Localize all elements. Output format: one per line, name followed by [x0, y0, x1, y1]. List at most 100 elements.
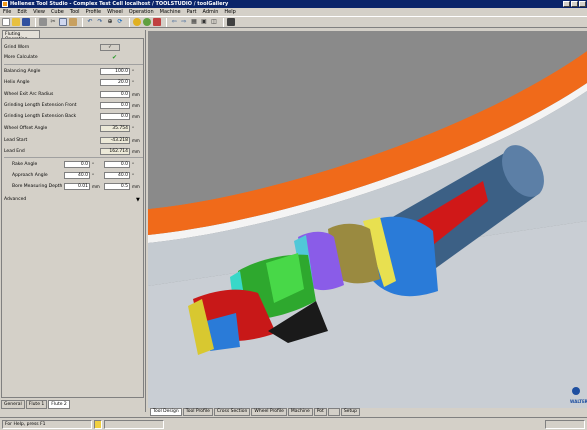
operation-properties: Grind Worn ✓ More Calculate ✔ Balancing … [1, 38, 144, 398]
menu-help[interactable]: Help [224, 9, 235, 15]
undo-icon[interactable]: ↶ [86, 18, 94, 26]
unit-label: mm [92, 184, 100, 189]
unit-label: mm [132, 114, 140, 119]
property-label: Helix Angle [4, 80, 30, 85]
extension-back-field[interactable]: 0.0 [100, 113, 130, 120]
lead-end-field: 162.714 [100, 148, 130, 155]
wheel-exit-radius-field[interactable]: 0.0 [100, 91, 130, 98]
toolbar-separator [223, 17, 224, 27]
property-row: Wheel Offset Angle 35.754 ° [4, 124, 143, 133]
maximize-button[interactable] [571, 1, 578, 7]
cut-icon[interactable]: ✂ [49, 18, 57, 26]
zoom-icon[interactable]: ⊕ [106, 18, 114, 26]
property-row: Grinding Length Extension Front 0.0 mm [4, 101, 143, 110]
arrow-left-icon[interactable]: ⇦ [170, 18, 178, 26]
unit-label: mm [132, 103, 140, 108]
render-icon[interactable] [133, 18, 141, 26]
tab-tool-design[interactable]: Tool Design [150, 408, 182, 416]
unit-label: ° [132, 173, 134, 178]
tab-general[interactable]: General [1, 400, 25, 409]
3d-viewport[interactable]: WALTER [148, 31, 587, 408]
rake-angle-field-1[interactable]: 0.0 [64, 161, 90, 168]
lead-start-field: -43.218 [100, 137, 130, 144]
wheel-offset-angle-field[interactable]: 35.754 [100, 125, 130, 132]
tab-flute-2[interactable]: Flute 2 [48, 400, 70, 409]
window-title: Hellenex Tool Studio - Complex Test Cell… [10, 1, 229, 7]
tab-tool-profile[interactable]: Tool Profile [182, 408, 213, 416]
dual-property-row: Approach Angle 40.0 ° 40.0 ° [4, 171, 143, 180]
grind-worn-checkbox[interactable]: ✓ [100, 44, 120, 51]
property-row: Wheel Exit Arc Radius 0.0 mm [4, 90, 143, 99]
menu-operation[interactable]: Operation [129, 9, 154, 15]
print-icon[interactable] [39, 18, 47, 26]
menu-part[interactable]: Part [187, 9, 197, 15]
approach-angle-field-1[interactable]: 40.0 [64, 172, 90, 179]
wire-icon[interactable] [153, 18, 161, 26]
property-label: Grinding Length Extension Front [4, 103, 77, 108]
copy-icon[interactable] [59, 18, 67, 26]
tab-blank[interactable] [327, 408, 340, 416]
camera-icon[interactable] [227, 18, 235, 26]
advanced-label[interactable]: Advanced [4, 197, 26, 202]
view-front-icon[interactable]: ▣ [200, 18, 208, 26]
rake-angle-field-2[interactable]: 0.0 [104, 161, 130, 168]
unit-label: mm [132, 92, 140, 97]
unit-label: ° [132, 162, 134, 167]
left-panel: Fluting Operating Grind Worn ✓ More Calc… [0, 30, 146, 412]
menu-tool[interactable]: Tool [70, 9, 80, 15]
property-row: Balancing Angle 100.0 ° [4, 67, 143, 76]
close-button[interactable] [579, 1, 586, 7]
paste-icon[interactable] [69, 18, 77, 26]
advanced-row[interactable]: Advanced ▼ [4, 195, 143, 204]
check-icon[interactable]: ✔ [112, 54, 117, 61]
chevron-down-icon[interactable]: ▼ [136, 197, 140, 203]
new-icon[interactable] [2, 18, 10, 26]
grid-icon[interactable]: ▦ [190, 18, 198, 26]
status-cell-right [545, 419, 585, 429]
shade-icon[interactable] [143, 18, 151, 26]
menu-profile[interactable]: Profile [86, 9, 102, 15]
bore-depth-field-1[interactable]: 0.01 [64, 183, 90, 190]
minimize-button[interactable] [563, 1, 570, 7]
tool-render: WALTER [148, 31, 587, 408]
menu-cube[interactable]: Cube [51, 9, 64, 15]
tab-machine[interactable]: Machine [287, 408, 313, 416]
toolbar-separator [35, 17, 36, 27]
status-bar: For Help, press F1 [0, 417, 587, 430]
tab-cross-section[interactable]: Cross Section [213, 408, 251, 416]
view-top-icon[interactable]: ◫ [210, 18, 218, 26]
unit-label: ° [132, 69, 134, 74]
redo-icon[interactable]: ↷ [96, 18, 104, 26]
status-cell [104, 419, 164, 429]
open-icon[interactable] [12, 18, 20, 26]
menu-edit[interactable]: Edit [17, 9, 27, 15]
tab-wheel-profile[interactable]: Wheel Profile [251, 408, 287, 416]
property-label: Grind Worn [4, 45, 30, 50]
extension-front-field[interactable]: 0.0 [100, 102, 130, 109]
menu-admin[interactable]: Admin [202, 9, 218, 15]
property-row: Lead End 162.714 mm [4, 147, 143, 156]
bore-depth-field-2[interactable]: 0.5 [104, 183, 130, 190]
property-row: Grind Worn ✓ [4, 43, 143, 52]
unit-label: mm [132, 138, 140, 143]
menu-view[interactable]: View [33, 9, 45, 15]
svg-text:WALTER: WALTER [570, 399, 587, 404]
tab-setup[interactable]: Setup [340, 408, 360, 416]
menu-file[interactable]: File [3, 9, 11, 15]
arrow-right-icon[interactable]: ⇨ [180, 18, 188, 26]
tab-pot[interactable]: Pot [313, 408, 327, 416]
tab-flute-1[interactable]: Flute 1 [25, 400, 48, 409]
property-row: Lead Start -43.218 mm [4, 136, 143, 145]
property-label: Grinding Length Extension Back [4, 114, 77, 119]
menu-wheel[interactable]: Wheel [107, 9, 123, 15]
balancing-angle-field[interactable]: 100.0 [100, 68, 130, 75]
rotate-icon[interactable]: ⟳ [116, 18, 124, 26]
tab-fluting-operating[interactable]: Fluting Operating [2, 30, 40, 42]
approach-angle-field-2[interactable]: 40.0 [104, 172, 130, 179]
toolbar-separator [166, 17, 167, 27]
helix-angle-field[interactable]: 20.0 [100, 79, 130, 86]
property-row: Helix Angle 20.0 ° [4, 78, 143, 87]
menu-machine[interactable]: Machine [160, 9, 181, 15]
save-icon[interactable] [22, 18, 30, 26]
property-label: Lead End [4, 149, 25, 154]
